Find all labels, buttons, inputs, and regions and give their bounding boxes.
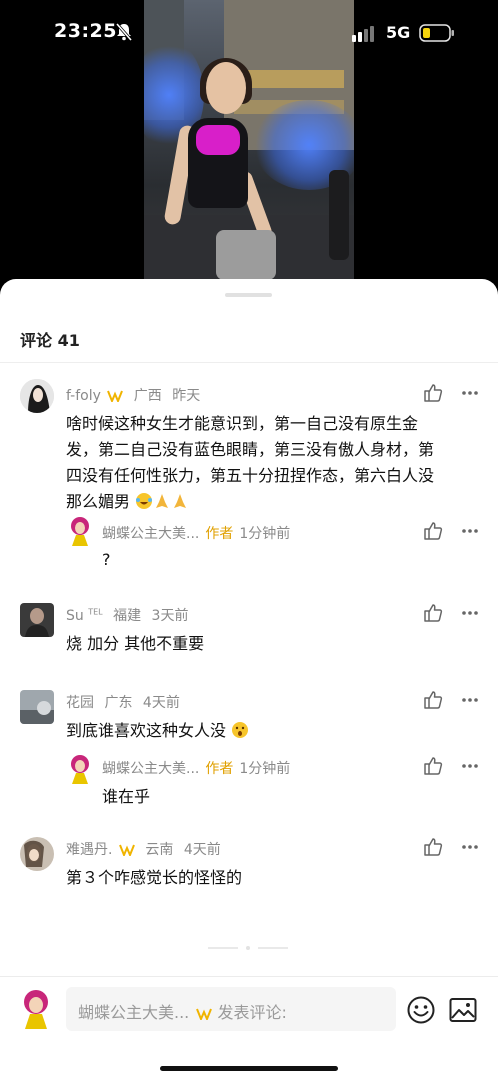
- reply-name[interactable]: 蝴蝶公主大美...: [102, 526, 199, 542]
- comment-location: 广西: [133, 388, 162, 404]
- commenter-name[interactable]: f-foly: [66, 388, 101, 404]
- image-button-icon[interactable]: [449, 997, 477, 1023]
- network-label: 5G: [386, 23, 411, 42]
- reply-text: ?: [102, 550, 111, 569]
- avatar[interactable]: [20, 837, 54, 871]
- like-icon[interactable]: [423, 690, 443, 710]
- comment-meta: f-foly 广西 昨天: [66, 385, 200, 405]
- reply-meta: 蝴蝶公主大美... 作者 1分钟前: [102, 523, 290, 543]
- placeholder-name: 蝴蝶公主大美...: [78, 1003, 190, 1022]
- avatar[interactable]: [20, 603, 54, 637]
- comment-meta: Su TEL 福建 3天前: [66, 605, 188, 625]
- divider: [0, 362, 498, 363]
- comment-count-title: 评论 41: [20, 331, 80, 350]
- more-options-icon[interactable]: [461, 610, 479, 616]
- author-tag: 作者: [205, 761, 234, 777]
- comment-meta: 花园 广东 4天前: [66, 692, 180, 712]
- emoji-button-icon[interactable]: [406, 995, 436, 1025]
- comment-time: 3天前: [151, 608, 189, 624]
- reply-name[interactable]: 蝴蝶公主大美...: [102, 761, 199, 777]
- comment-text: 第３个咋感觉长的怪怪的: [66, 868, 243, 887]
- comment-time: 4天前: [183, 842, 221, 858]
- end-of-list-indicator: [208, 946, 288, 950]
- comment-input-placeholder: 蝴蝶公主大美... 发表评论:: [78, 999, 287, 1023]
- like-icon[interactable]: [423, 383, 443, 403]
- more-options-icon[interactable]: [461, 844, 479, 850]
- comment-input[interactable]: 蝴蝶公主大美... 发表评论:: [66, 987, 396, 1031]
- comment-location: 广东: [104, 695, 133, 711]
- drag-handle[interactable]: [225, 293, 272, 297]
- reply-meta: 蝴蝶公主大美... 作者 1分钟前: [102, 758, 290, 778]
- avatar[interactable]: [20, 690, 54, 724]
- name-badge: TEL: [88, 607, 103, 617]
- commenter-name[interactable]: 花园: [66, 695, 94, 711]
- comment-meta: 难遇丹. 云南 4天前: [66, 839, 221, 859]
- avatar[interactable]: [20, 379, 54, 413]
- more-options-icon[interactable]: [461, 390, 479, 396]
- like-icon[interactable]: [423, 603, 443, 623]
- comment-sheet: 评论 41 f-foly 广西 昨天 啥时候这种女生才能意识到，第一自己没有原生…: [0, 279, 498, 1080]
- comment-text-span: 到底谁喜欢这种女人没: [66, 721, 227, 740]
- status-bar: 23:25 5G: [0, 0, 498, 62]
- more-options-icon[interactable]: [461, 528, 479, 534]
- shocked-face-emoji-icon: [232, 722, 249, 738]
- more-options-icon[interactable]: [461, 763, 479, 769]
- comment-location: 福建: [113, 608, 142, 624]
- reply-time: 1分钟前: [239, 761, 291, 777]
- signal-icon: [352, 26, 374, 42]
- comment-text-line: 那么媚男: [66, 489, 486, 515]
- praying-hands-icon: [156, 494, 169, 508]
- like-icon[interactable]: [423, 837, 443, 857]
- comment-text-span: 那么媚男: [66, 492, 131, 511]
- vip-icon: [196, 1008, 213, 1020]
- comment-text-line: 四没有任何性张力，第五十分扭捏作态，第六白人没: [66, 466, 435, 485]
- commenter-name[interactable]: Su: [66, 608, 84, 624]
- commenter-name[interactable]: 难遇丹.: [66, 842, 112, 858]
- my-avatar[interactable]: [20, 989, 52, 1029]
- comment-text: 啥时候这种女生才能意识到，第一自己没有原生金 发，第二自己没有蓝色眼睛，第三没有…: [66, 411, 486, 515]
- comment-time: 4天前: [142, 695, 180, 711]
- reply-avatar[interactable]: [68, 754, 92, 784]
- comment-text-line: 发，第二自己没有蓝色眼睛，第三没有傲人身材，第: [66, 440, 435, 459]
- laughing-crying-emoji-icon: [136, 493, 153, 509]
- home-indicator[interactable]: [160, 1066, 338, 1071]
- author-tag: 作者: [205, 526, 234, 542]
- comment-time: 昨天: [172, 388, 201, 404]
- placeholder-text: 发表评论:: [217, 1003, 287, 1022]
- praying-hands-icon: [174, 494, 187, 508]
- battery-icon: [419, 24, 454, 42]
- reply-time: 1分钟前: [239, 526, 291, 542]
- status-time: 23:25: [54, 20, 117, 42]
- comment-location: 云南: [145, 842, 174, 858]
- more-options-icon[interactable]: [461, 697, 479, 703]
- comment-input-bar: 蝴蝶公主大美... 发表评论:: [0, 976, 498, 1080]
- reply-text: 谁在乎: [102, 787, 151, 806]
- vip-icon: [118, 844, 135, 856]
- like-icon[interactable]: [423, 521, 443, 541]
- vip-icon: [107, 390, 124, 402]
- comment-text: 烧 加分 其他不重要: [66, 634, 205, 653]
- like-icon[interactable]: [423, 756, 443, 776]
- comment-text-line: 啥时候这种女生才能意识到，第一自己没有原生金: [66, 414, 419, 433]
- comment-text: 到底谁喜欢这种女人没: [66, 718, 249, 744]
- bell-muted-icon: [115, 23, 133, 41]
- reply-avatar[interactable]: [68, 516, 92, 546]
